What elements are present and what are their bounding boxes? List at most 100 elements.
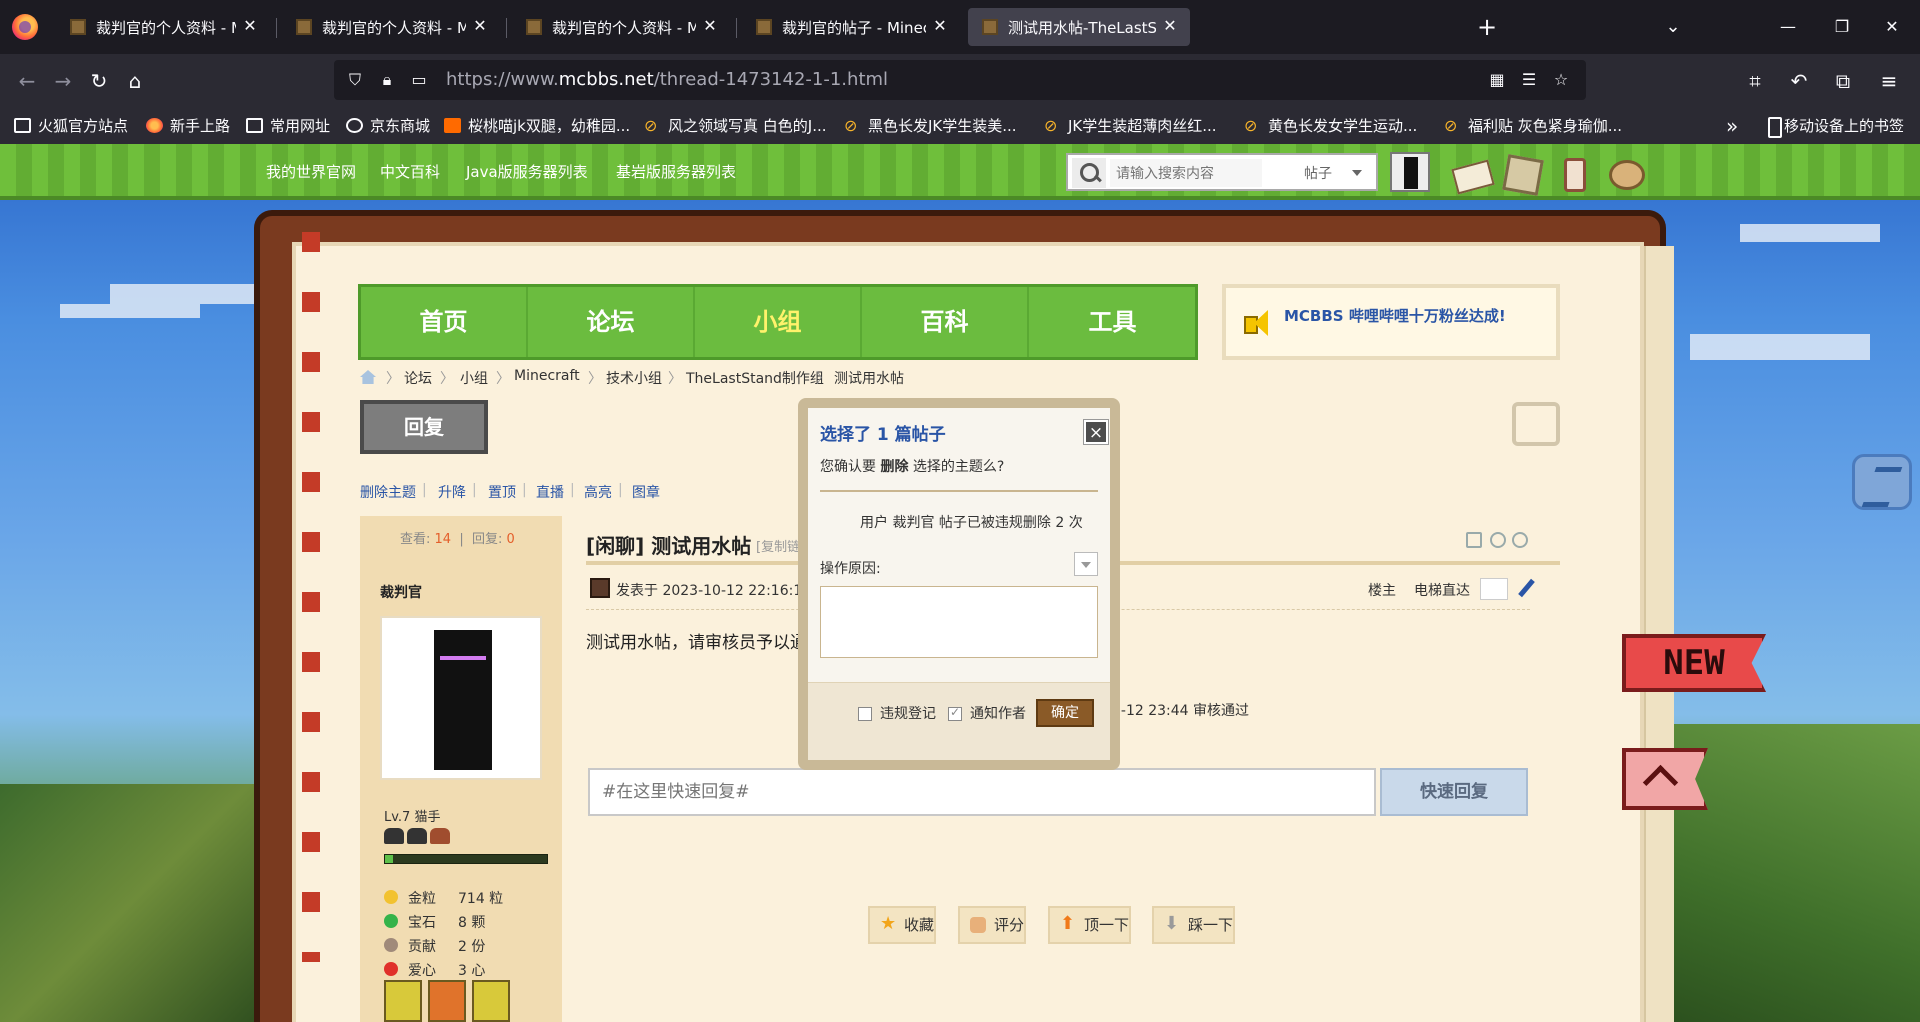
search-icon[interactable] (1072, 158, 1106, 188)
mainnav-groups[interactable]: 小组 (695, 287, 862, 357)
mainnav-home[interactable]: 首页 (361, 287, 528, 357)
block-icon[interactable] (1500, 152, 1542, 194)
bookmark-item[interactable]: ⊘ JK学生装超薄肉丝红... (1044, 115, 1217, 137)
user-avatar[interactable] (1390, 152, 1430, 192)
favorite-button[interactable]: ★ 收藏 (868, 906, 937, 944)
announcement-link[interactable]: MCBBS 哔哩哔哩十万粉丝达成! (1284, 305, 1506, 326)
bookmark-item[interactable]: 火狐官方站点 (14, 115, 128, 137)
live-link[interactable]: 直播 (536, 482, 564, 502)
bookmark-star-icon[interactable]: ☆ (1550, 69, 1572, 91)
mainnav-tools[interactable]: 工具 (1029, 287, 1196, 357)
potion-icon[interactable] (1552, 152, 1594, 194)
search-type-select[interactable]: 帖子 (1304, 163, 1332, 183)
reader-view-icon[interactable]: ☰ (1518, 69, 1540, 91)
post-author-avatar[interactable] (590, 578, 610, 598)
extensions-icon[interactable]: ⧉ (1828, 66, 1858, 96)
stamp-link[interactable]: 图章 (632, 482, 660, 502)
print-icon[interactable] (1466, 532, 1482, 548)
pin-link[interactable]: 置顶 (488, 482, 516, 502)
mainnav-wiki[interactable]: 百科 (862, 287, 1029, 357)
close-icon[interactable]: ✕ (1158, 14, 1182, 38)
delete-thread-link[interactable]: 删除主题 (360, 482, 416, 502)
violation-checkbox[interactable] (858, 707, 872, 721)
topnav-wiki[interactable]: 中文百科 (380, 161, 440, 182)
breadcrumb-item[interactable]: 小组 (460, 368, 488, 388)
prev-thread-icon[interactable] (1490, 532, 1506, 548)
reason-select[interactable] (1074, 552, 1098, 576)
shield-icon[interactable]: ⛉ (344, 69, 366, 91)
url-bar[interactable]: ⛉ 🔒︎ ▭ https://www.mcbbs.net/thread-1473… (334, 60, 1586, 100)
topnav-java-servers[interactable]: Java版服务器列表 (466, 161, 588, 182)
reason-textarea[interactable] (820, 586, 1098, 658)
mobile-bookmarks[interactable]: 移动设备上的书签 (1766, 115, 1904, 138)
medal-icon[interactable] (384, 980, 422, 1022)
quick-reply-input[interactable] (590, 770, 1374, 814)
bookmark-item[interactable]: ⊘ 黄色长发女学生运动... (1244, 115, 1417, 137)
author-name[interactable]: 裁判官 (380, 582, 422, 602)
back-to-top-button[interactable] (1622, 748, 1708, 810)
highlight-link[interactable]: 高亮 (584, 482, 612, 502)
back-arrow-icon[interactable]: ← (12, 66, 42, 96)
wrench-icon[interactable] (1516, 578, 1536, 598)
lock-icon[interactable]: 🔒︎ (376, 69, 398, 91)
new-tab-button[interactable]: + (1472, 12, 1502, 42)
minimize-button[interactable]: — (1768, 12, 1808, 42)
return-icon[interactable] (1512, 402, 1560, 446)
bookmark-item[interactable]: ⊘ 黑色长发JK学生装美... (844, 115, 1017, 137)
bookmark-item[interactable]: 常用网址 (246, 115, 330, 137)
close-window-button[interactable]: ✕ (1872, 12, 1912, 42)
topnav-bedrock-servers[interactable]: 基岩版服务器列表 (616, 161, 736, 182)
medal-icon[interactable] (472, 980, 510, 1022)
reload-icon[interactable]: ↻ (84, 66, 114, 96)
url-text[interactable]: https://www.mcbbs.net/thread-1473142-1-1… (446, 69, 888, 90)
author-avatar[interactable] (380, 616, 542, 780)
bookmark-item[interactable]: ⊘ 福利贴 灰色紧身瑜伽... (1444, 115, 1622, 137)
bookmark-item[interactable]: 新手上路 (146, 115, 230, 137)
chevron-down-icon[interactable] (1352, 170, 1362, 176)
bookmark-item[interactable]: 京东商城 (346, 115, 430, 137)
tab-2[interactable]: 裁判官的个人资料 - Minecraft( ✕ (282, 8, 500, 46)
close-icon[interactable]: ✕ (238, 14, 262, 38)
close-icon[interactable]: ✕ (468, 14, 492, 38)
notify-author-checkbox[interactable] (948, 705, 962, 721)
bookmark-item[interactable]: 桜桃喵jk双腿，幼稚园... (444, 115, 630, 137)
home-icon[interactable]: ⌂ (120, 66, 150, 96)
reply-button[interactable]: 回复 (360, 400, 488, 454)
breadcrumb-item[interactable]: TheLastStand制作组 (686, 368, 824, 388)
medal-icon[interactable] (428, 980, 466, 1022)
tab-3[interactable]: 裁判官的个人资料 - Minecraft( ✕ (512, 8, 730, 46)
close-icon[interactable]: ✕ (698, 14, 722, 38)
restore-button[interactable]: ❐ (1822, 12, 1862, 42)
bump-link[interactable]: 升降 (438, 482, 466, 502)
mainnav-forum[interactable]: 论坛 (528, 287, 695, 357)
chevron-down-icon[interactable]: ⌄ (1660, 14, 1686, 40)
tab-4[interactable]: 裁判官的帖子 - Minecraft(我的 ✕ (742, 8, 960, 46)
tab-1[interactable]: 裁判官的个人资料 - Minecraft( ✕ (56, 8, 270, 46)
qr-code-icon[interactable]: ▦ (1486, 69, 1508, 91)
firefox-logo-icon[interactable] (12, 14, 38, 40)
close-icon[interactable]: ✕ (928, 14, 952, 38)
next-thread-icon[interactable] (1512, 532, 1528, 548)
floor-jump-input[interactable] (1480, 578, 1508, 600)
breadcrumb-item[interactable]: Minecraft (514, 368, 580, 384)
forward-arrow-icon[interactable]: → (48, 66, 78, 96)
downvote-button[interactable]: ⬇ 踩一下 (1152, 906, 1236, 944)
mail-icon[interactable] (1450, 152, 1492, 194)
search-input[interactable] (1110, 159, 1262, 187)
palette-icon[interactable] (1604, 152, 1646, 194)
permissions-icon[interactable]: ▭ (408, 69, 430, 91)
menu-icon[interactable]: ≡ (1874, 66, 1904, 96)
topnav-official-site[interactable]: 我的世界官网 (266, 161, 356, 182)
swirl-icon[interactable] (1852, 454, 1912, 510)
undo-icon[interactable]: ↶ (1784, 66, 1814, 96)
chevron-right-icon[interactable]: » (1726, 115, 1738, 137)
breadcrumb-item[interactable]: 论坛 (404, 368, 432, 388)
screenshot-icon[interactable]: ⌗ (1740, 66, 1770, 96)
close-icon[interactable]: × (1084, 420, 1108, 444)
confirm-button[interactable]: 确定 (1036, 699, 1094, 727)
quick-reply-button[interactable]: 快速回复 (1380, 768, 1528, 816)
rate-button[interactable]: 评分 (958, 906, 1027, 944)
bookmark-item[interactable]: ⊘ 风之领域写真 白色的J... (644, 115, 827, 137)
tab-5-active[interactable]: 测试用水帖-TheLastStand制作 ✕ (968, 8, 1190, 46)
new-banner[interactable]: NEW (1622, 634, 1766, 692)
